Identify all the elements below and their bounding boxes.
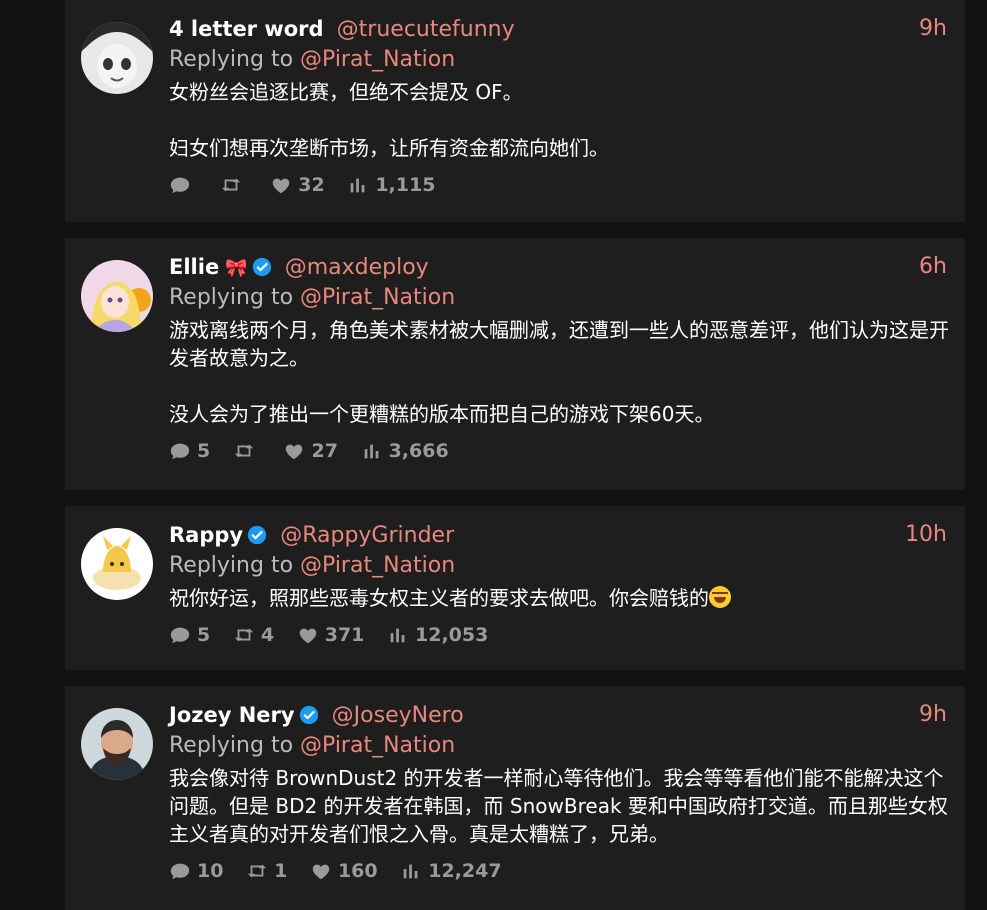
replying-to: Replying to @Pirat_Nation bbox=[169, 44, 949, 76]
bow-emoji: 🎀 bbox=[225, 258, 248, 279]
retweet-icon bbox=[246, 861, 268, 881]
reply-button[interactable] bbox=[169, 173, 197, 197]
like-button[interactable]: 371 bbox=[297, 623, 365, 647]
like-count: 160 bbox=[337, 859, 378, 882]
reply-mention-link[interactable]: @Pirat_Nation bbox=[300, 553, 455, 578]
heart-icon bbox=[270, 175, 292, 195]
replying-to-label: Replying to bbox=[169, 47, 294, 72]
views-icon bbox=[347, 175, 369, 195]
retweet-icon bbox=[233, 441, 255, 461]
avatar[interactable] bbox=[81, 708, 153, 780]
reply-mention-link[interactable]: @Pirat_Nation bbox=[300, 733, 455, 758]
replying-to: Replying to @Pirat_Nation bbox=[169, 730, 949, 762]
like-count: 32 bbox=[298, 173, 325, 196]
views-button[interactable]: 1,115 bbox=[347, 173, 435, 197]
reply-mention-link[interactable]: @Pirat_Nation bbox=[300, 47, 455, 72]
avatar[interactable] bbox=[81, 22, 153, 94]
timestamp[interactable]: 6h bbox=[919, 252, 947, 282]
display-name[interactable]: Rappy bbox=[169, 523, 243, 547]
reply-button[interactable]: 5 bbox=[169, 623, 210, 647]
tweet-text: 女粉丝会追逐比赛，但绝不会提及 OF。 妇女们想再次垄断市场，让所有资金都流向她… bbox=[169, 80, 609, 160]
views-button[interactable]: 12,053 bbox=[387, 623, 488, 647]
user-handle[interactable]: @JoseyNero bbox=[332, 703, 464, 728]
user-handle[interactable]: @truecutefunny bbox=[337, 17, 515, 42]
views-icon bbox=[400, 861, 422, 881]
view-count: 12,247 bbox=[428, 859, 502, 882]
retweet-count: 1 bbox=[274, 859, 288, 882]
comment-icon bbox=[169, 625, 191, 645]
tweet-card[interactable]: Ellie 🎀 @maxdeploy 6h Replying to @Pirat_… bbox=[65, 238, 965, 490]
replying-to-label: Replying to bbox=[169, 285, 294, 310]
tweet-text: 祝你好运，照那些恶毒女权主义者的要求去做吧。你会赔钱的 bbox=[169, 584, 949, 612]
display-name[interactable]: Jozey Nery bbox=[169, 703, 295, 727]
replying-to-label: Replying to bbox=[169, 733, 294, 758]
user-handle[interactable]: @maxdeploy bbox=[285, 255, 429, 280]
action-bar: 5 27 3,666 bbox=[169, 438, 949, 462]
avatar[interactable] bbox=[81, 260, 153, 332]
reply-button[interactable]: 5 bbox=[169, 439, 210, 463]
view-count: 12,053 bbox=[415, 623, 489, 646]
like-button[interactable]: 32 bbox=[270, 173, 325, 197]
like-count: 27 bbox=[311, 439, 338, 462]
retweet-count: 4 bbox=[260, 623, 275, 646]
comment-icon bbox=[169, 441, 191, 461]
timestamp[interactable]: 9h bbox=[919, 14, 947, 44]
tweet-card[interactable]: Jozey Nery @JoseyNero 9h Replying to @Pi… bbox=[65, 686, 965, 910]
retweet-icon bbox=[220, 175, 242, 195]
replying-to-label: Replying to bbox=[169, 553, 294, 578]
retweet-icon bbox=[233, 625, 255, 645]
display-name[interactable]: Ellie bbox=[169, 255, 219, 279]
reply-button[interactable]: 10 bbox=[169, 859, 223, 883]
tweet-text: 游戏离线两个月，角色美术素材被大幅删减，还遭到一些人的恶意差评，他们认为这是开发… bbox=[169, 318, 949, 426]
laughing-emoji-icon bbox=[709, 586, 731, 608]
tweet-card[interactable]: Rappy @RappyGrinder 10h Replying to @Pir… bbox=[65, 506, 965, 670]
action-bar: 32 1,115 bbox=[169, 172, 949, 196]
like-button[interactable]: 27 bbox=[283, 439, 338, 463]
action-bar: 10 1 160 12,247 bbox=[169, 858, 949, 882]
view-count: 3,666 bbox=[388, 439, 449, 462]
retweet-button[interactable] bbox=[233, 439, 261, 463]
heart-icon bbox=[297, 625, 319, 645]
heart-icon bbox=[310, 861, 332, 881]
action-bar: 5 4 371 12,053 bbox=[169, 622, 949, 646]
retweet-button[interactable]: 4 bbox=[233, 623, 274, 647]
like-button[interactable]: 160 bbox=[310, 859, 378, 883]
tweet-text: 我会像对待 BrownDust2 的开发者一样耐心等待他们。我会等等看他们能不能… bbox=[169, 766, 948, 846]
views-icon bbox=[361, 441, 383, 461]
verified-badge-icon bbox=[247, 525, 267, 545]
verified-badge-icon bbox=[299, 705, 319, 725]
avatar[interactable] bbox=[81, 528, 153, 600]
replying-to: Replying to @Pirat_Nation bbox=[169, 282, 949, 314]
view-count: 1,115 bbox=[375, 173, 436, 196]
reply-count: 10 bbox=[197, 859, 224, 882]
verified-badge-icon bbox=[252, 257, 272, 277]
tweet-card[interactable]: 4 letter word @truecutefunny 9h Replying… bbox=[65, 0, 965, 222]
retweet-button[interactable] bbox=[220, 173, 248, 197]
reply-count: 5 bbox=[197, 623, 211, 646]
views-icon bbox=[387, 625, 409, 645]
heart-icon bbox=[283, 441, 305, 461]
views-button[interactable]: 12,247 bbox=[400, 859, 502, 883]
comment-icon bbox=[169, 861, 191, 881]
reply-count: 5 bbox=[197, 439, 211, 462]
timestamp[interactable]: 10h bbox=[905, 520, 947, 550]
replying-to: Replying to @Pirat_Nation bbox=[169, 550, 949, 582]
comment-icon bbox=[169, 175, 191, 195]
user-handle[interactable]: @RappyGrinder bbox=[280, 523, 454, 548]
timestamp[interactable]: 9h bbox=[919, 700, 947, 730]
reply-mention-link[interactable]: @Pirat_Nation bbox=[300, 285, 455, 310]
tweet-text-content: 祝你好运，照那些恶毒女权主义者的要求去做吧。你会赔钱的 bbox=[169, 586, 709, 610]
retweet-button[interactable]: 1 bbox=[246, 859, 287, 883]
display-name[interactable]: 4 letter word bbox=[169, 17, 324, 41]
views-button[interactable]: 3,666 bbox=[361, 439, 449, 463]
like-count: 371 bbox=[324, 623, 365, 646]
